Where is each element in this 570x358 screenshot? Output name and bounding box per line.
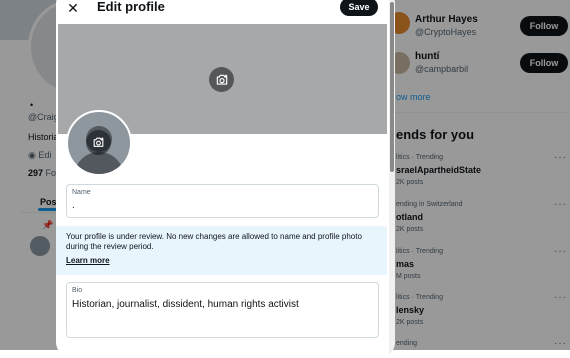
edit-profile-modal: ✕ Edit profile Save Name . Your profile	[56, 0, 395, 358]
scrollbar-thumb[interactable]	[390, 2, 394, 172]
name-field[interactable]: Name .	[66, 184, 379, 218]
save-button[interactable]: Save	[340, 0, 378, 16]
scrollbar[interactable]	[389, 0, 395, 358]
bio-field-value[interactable]: Historian, journalist, dissident, human …	[72, 299, 299, 310]
camera-plus-icon	[216, 74, 227, 85]
profile-avatar[interactable]	[66, 110, 132, 176]
close-icon[interactable]: ✕	[66, 1, 80, 15]
learn-more-link[interactable]: Learn more	[66, 256, 110, 265]
name-field-label: Name	[72, 189, 91, 196]
modal-header: ✕ Edit profile Save	[56, 0, 395, 22]
camera-plus-icon	[93, 137, 104, 147]
review-notice-text: Your profile is under review. No new cha…	[66, 232, 362, 251]
bio-field-label: Bio	[72, 287, 83, 294]
review-notice: Your profile is under review. No new cha…	[56, 226, 387, 275]
modal-title: Edit profile	[97, 0, 165, 14]
avatar-shoulders	[74, 152, 124, 174]
bio-field[interactable]: Bio Historian, journalist, dissident, hu…	[66, 282, 379, 338]
add-photo-button[interactable]	[209, 67, 234, 92]
change-avatar-button[interactable]	[86, 130, 111, 155]
name-field-value[interactable]: .	[72, 200, 75, 211]
